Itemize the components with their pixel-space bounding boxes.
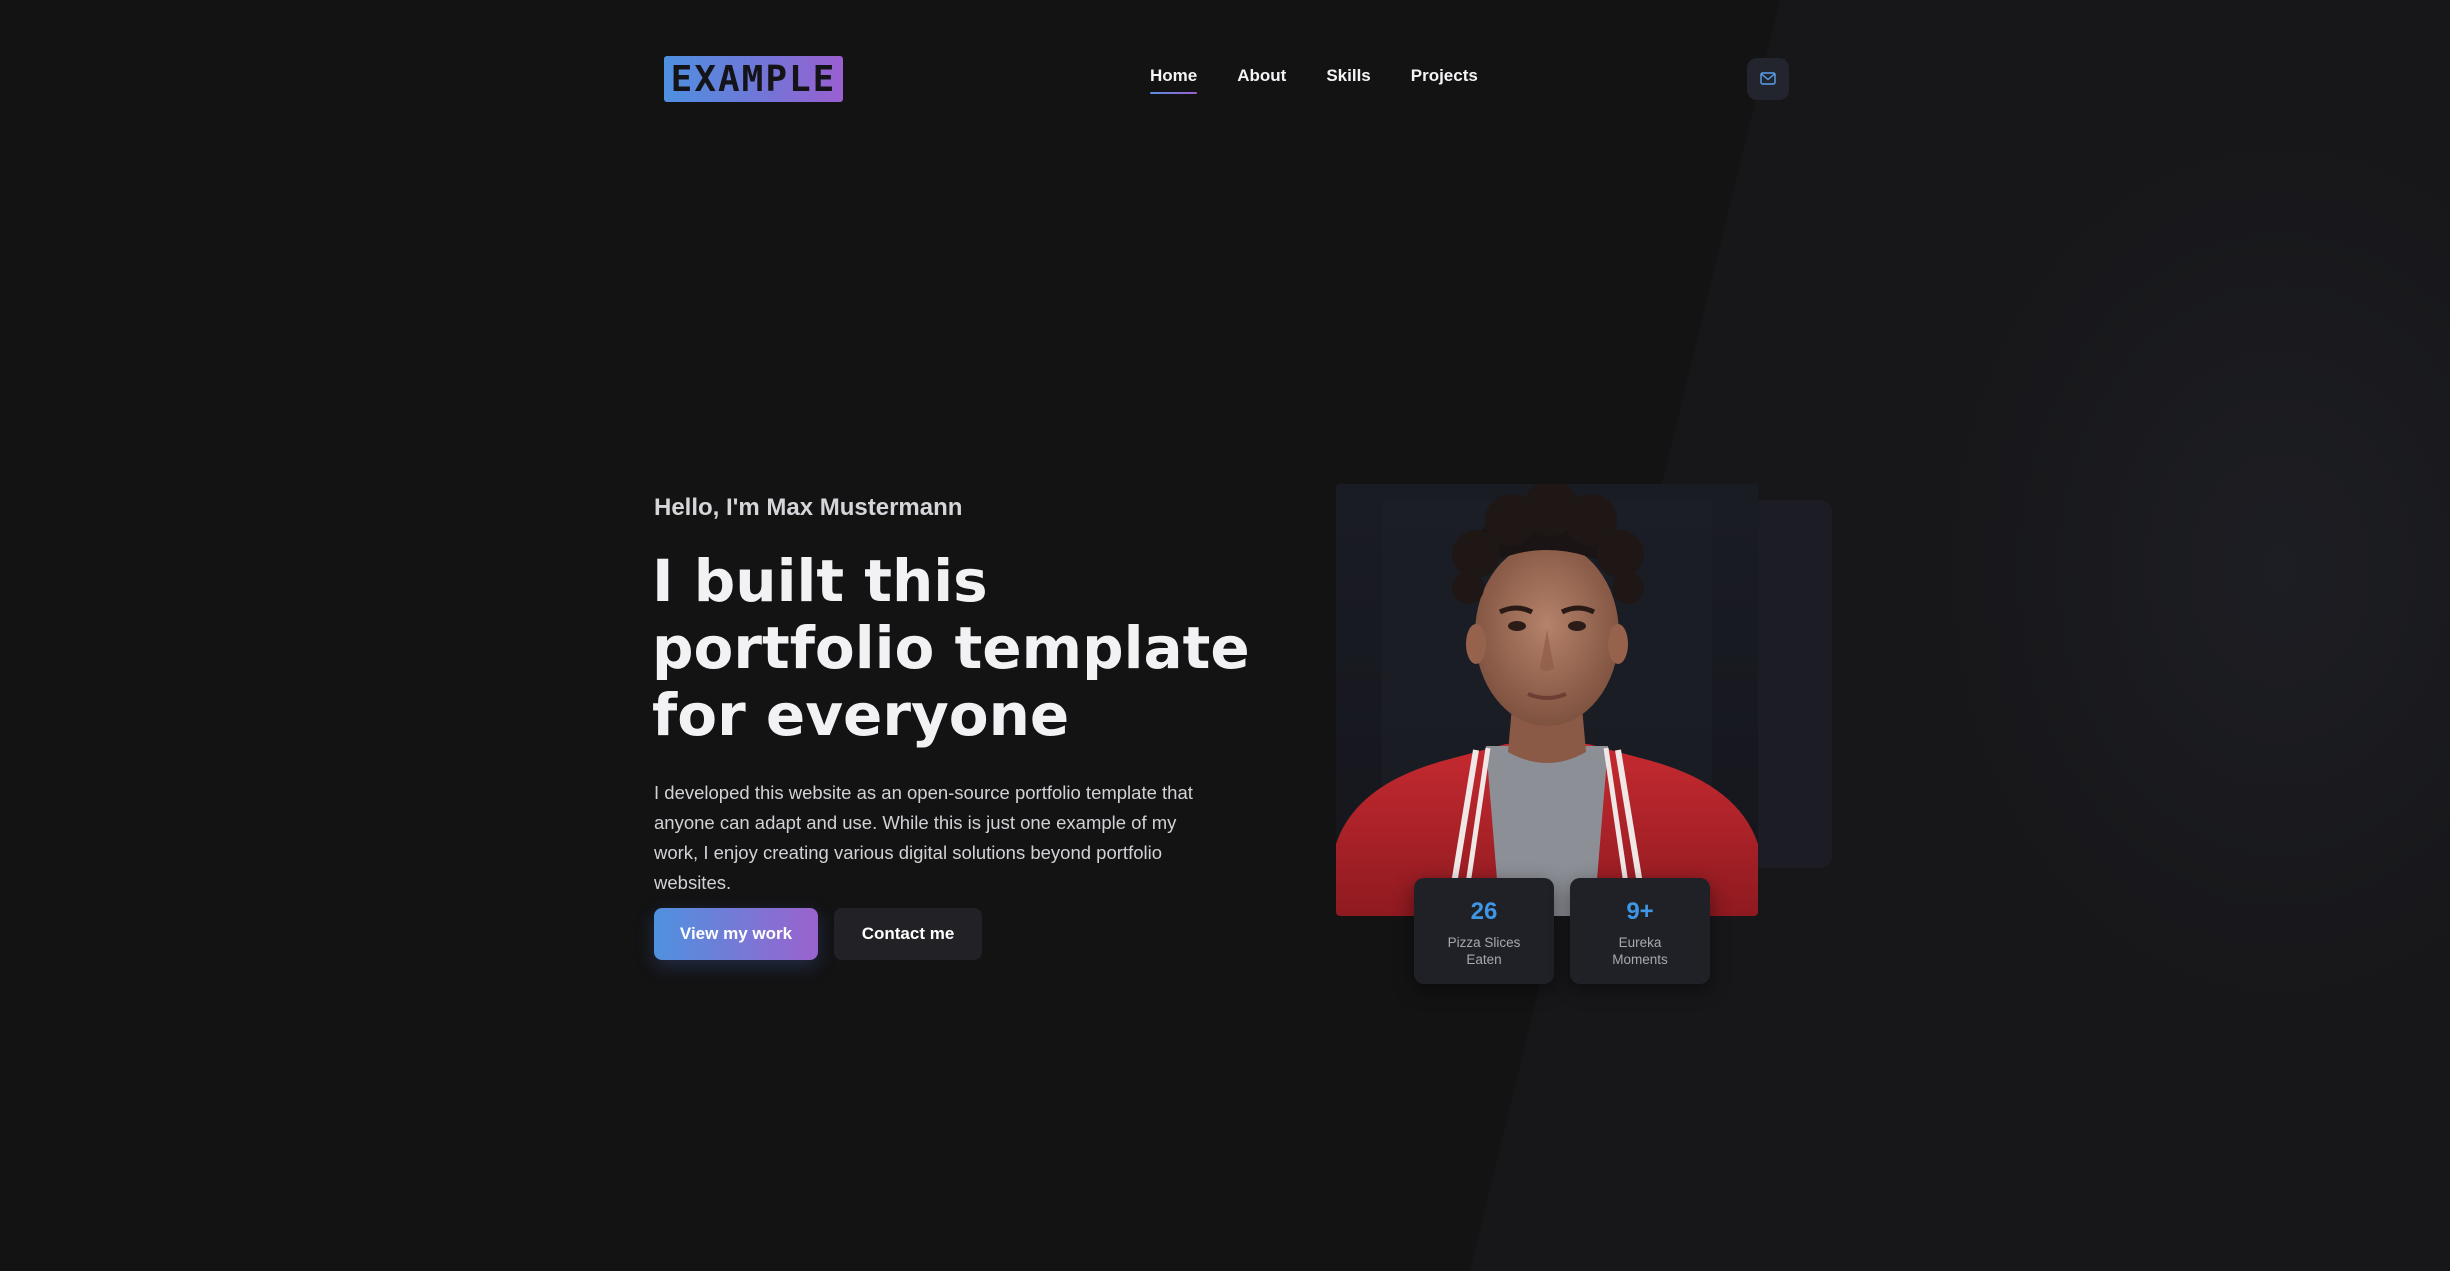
stat-value: 9+ xyxy=(1626,898,1654,925)
nav-item-projects[interactable]: Projects xyxy=(1411,66,1478,94)
stat-label: Pizza Slices Eaten xyxy=(1447,935,1521,967)
main-nav: Home About Skills Projects xyxy=(1150,66,1478,94)
background-glow xyxy=(1930,120,2450,1020)
profile-photo xyxy=(1336,484,1758,916)
site-logo[interactable]: EXAMPLE xyxy=(664,56,843,102)
hero-description: I developed this website as an open-sour… xyxy=(654,782,1193,893)
nav-item-about[interactable]: About xyxy=(1237,66,1286,94)
hero-headline: I built this portfolio template for ever… xyxy=(652,547,1250,749)
nav-item-home[interactable]: Home xyxy=(1150,66,1198,94)
stat-label: Eureka Moments xyxy=(1612,935,1668,967)
nav-item-skills[interactable]: Skills xyxy=(1326,66,1370,94)
contact-mail-button[interactable] xyxy=(1747,58,1789,100)
page: EXAMPLE Home About Skills Projects Hello… xyxy=(0,0,2450,1271)
mail-icon xyxy=(1760,70,1776,89)
stat-card-pizza: 26 Pizza Slices Eaten xyxy=(1414,878,1554,984)
hero-greeting: Hello, I'm Max Mustermann xyxy=(654,494,963,521)
logo-text: EXAMPLE xyxy=(670,58,837,100)
stat-value: 26 xyxy=(1470,898,1498,925)
view-my-work-button[interactable]: View my work xyxy=(654,908,818,960)
contact-me-button[interactable]: Contact me xyxy=(834,908,982,960)
stat-card-eureka: 9+ Eureka Moments xyxy=(1570,878,1710,984)
